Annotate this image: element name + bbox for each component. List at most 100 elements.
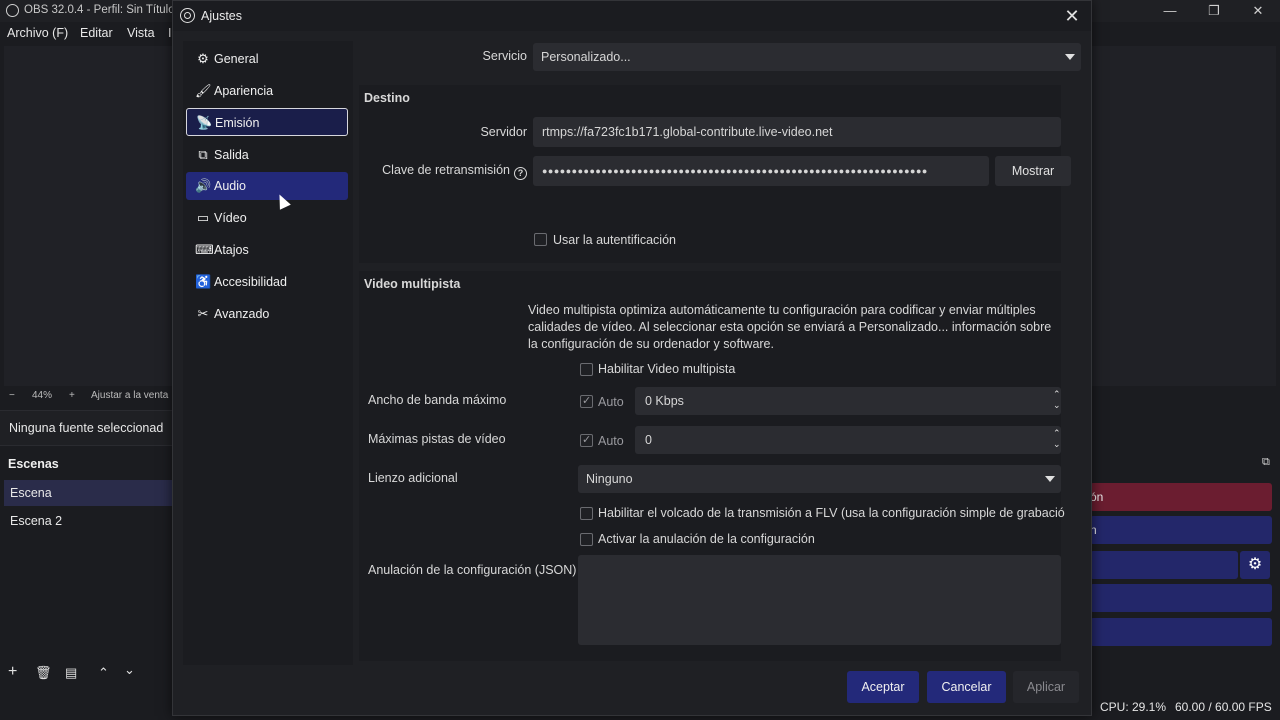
minimize-icon[interactable]: — xyxy=(1148,1,1192,21)
dialog-title: Ajustes xyxy=(201,9,242,23)
spin-arrows-icon[interactable]: ⌃ ⌄ xyxy=(1053,428,1061,452)
output-icon: ⧉ xyxy=(198,147,208,162)
start-streaming-button[interactable]: ón xyxy=(1090,483,1272,511)
accessibility-icon: ♿ xyxy=(195,274,212,289)
settings-button[interactable] xyxy=(1090,618,1272,646)
bandwidth-label: Ancho de banda máximo xyxy=(368,393,507,407)
chevron-down-icon xyxy=(1045,476,1055,482)
json-override-textarea[interactable] xyxy=(578,555,1061,645)
extra-canvas-label: Lienzo adicional xyxy=(368,471,458,485)
tracks-auto-checkbox[interactable] xyxy=(580,433,593,447)
dialog-titlebar: Ajustes ✕ xyxy=(173,1,1091,31)
zoom-out-button[interactable]: − xyxy=(9,390,15,401)
cpu-usage: CPU: 29.1% xyxy=(1100,700,1167,714)
accept-button[interactable]: Aceptar xyxy=(847,671,919,703)
settings-category-list: ⚙ General 🖌 Apariencia 📡 Emisión ⧉ Salid… xyxy=(183,41,353,665)
max-tracks-spinbox[interactable]: 0 ⌃ ⌄ xyxy=(635,426,1061,454)
palette-icon: 🖌 xyxy=(195,83,212,98)
bandwidth-spinbox[interactable]: 0 Kbps ⌃ ⌄ xyxy=(635,387,1061,415)
category-hotkeys[interactable]: ⌨ Atajos xyxy=(186,236,348,264)
fps-readout: 60.00 / 60.00 FPS xyxy=(1175,700,1272,714)
category-output[interactable]: ⧉ Salida xyxy=(186,141,348,169)
category-appearance[interactable]: 🖌 Apariencia xyxy=(186,77,348,105)
settings-dialog: Ajustes ✕ ⚙ General 🖌 Apariencia 📡 Emisi… xyxy=(172,0,1092,716)
undock-icon[interactable]: ⧉ xyxy=(1262,456,1270,469)
multitrack-group: Video multipista Video multipista optimi… xyxy=(359,271,1065,661)
bandwidth-auto-checkbox[interactable] xyxy=(580,394,593,408)
zoom-bar: − 44% + Ajustar a la venta xyxy=(0,388,176,404)
destination-heading: Destino xyxy=(364,91,410,105)
show-key-button[interactable]: Mostrar xyxy=(995,156,1071,186)
category-audio[interactable]: 🔊 Audio xyxy=(186,172,348,200)
multitrack-description: Video multipista optimiza automáticament… xyxy=(528,303,1052,351)
filters-icon[interactable]: ▤ xyxy=(65,665,77,681)
zoom-in-button[interactable]: + xyxy=(69,390,75,401)
scene-item[interactable]: Escena xyxy=(4,480,174,506)
service-label: Servicio xyxy=(482,49,527,63)
maximize-icon[interactable]: ❐ xyxy=(1192,1,1236,21)
json-override-label: Anulación de la configuración (JSON) xyxy=(368,563,577,577)
controls-panel: ⧉ ón n ⚙ xyxy=(1090,456,1280,646)
virtual-camera-button[interactable] xyxy=(1090,551,1238,579)
category-general[interactable]: ⚙ General xyxy=(186,45,348,73)
main-window-title: OBS 32.0.4 - Perfil: Sin Título - xyxy=(24,4,182,16)
service-select[interactable]: Personalizado... xyxy=(533,43,1081,71)
tracks-auto-label: Auto xyxy=(598,434,624,448)
spin-arrows-icon[interactable]: ⌃ ⌄ xyxy=(1053,389,1061,413)
source-toolbar: Ninguna fuente seleccionad xyxy=(0,410,176,446)
close-window-icon[interactable]: ✕ xyxy=(1236,1,1280,21)
use-auth-label: Usar la autentificación xyxy=(553,233,676,247)
fit-window-button[interactable]: Ajustar a la venta xyxy=(91,390,168,401)
config-override-checkbox[interactable] xyxy=(580,533,593,546)
help-icon[interactable]: ? xyxy=(514,167,527,180)
close-icon[interactable]: ✕ xyxy=(1061,5,1083,27)
menu-file[interactable]: Archivo (F) xyxy=(7,26,68,40)
extra-canvas-select[interactable]: Ninguno xyxy=(578,465,1061,493)
start-recording-button[interactable]: n xyxy=(1090,516,1272,544)
cancel-button[interactable]: Cancelar xyxy=(927,671,1006,703)
multitrack-heading: Video multipista xyxy=(364,277,461,291)
enable-multitrack-checkbox[interactable] xyxy=(580,363,593,376)
flv-dump-checkbox[interactable] xyxy=(580,507,593,520)
use-auth-checkbox[interactable] xyxy=(534,233,547,246)
antenna-icon: 📡 xyxy=(196,115,213,130)
scene-toolbar: + 🗑 ▤ ⌃ ⌄ xyxy=(0,660,176,686)
stream-settings-panel: Servicio Personalizado... Destino Servid… xyxy=(359,41,1081,661)
menu-edit[interactable]: Editar xyxy=(80,26,113,40)
category-advanced[interactable]: ✂ Avanzado xyxy=(186,300,348,328)
speaker-icon: 🔊 xyxy=(195,178,212,193)
obs-logo-icon xyxy=(180,8,195,23)
category-video[interactable]: ▭ Vídeo xyxy=(186,204,348,232)
enable-multitrack-label: Habilitar Video multipista xyxy=(598,362,736,376)
studio-mode-button[interactable] xyxy=(1090,584,1272,612)
apply-button[interactable]: Aplicar xyxy=(1013,671,1079,703)
tools-icon: ✂ xyxy=(197,306,209,321)
gear-icon[interactable]: ⚙ xyxy=(1240,551,1270,579)
category-stream[interactable]: 📡 Emisión xyxy=(186,108,348,136)
move-up-icon[interactable]: ⌃ xyxy=(98,665,109,681)
server-label: Servidor xyxy=(480,125,527,139)
category-accessibility[interactable]: ♿ Accesibilidad xyxy=(186,268,348,296)
stream-key-input[interactable]: ●●●●●●●●●●●●●●●●●●●●●●●●●●●●●●●●●●●●●●●●… xyxy=(533,156,989,186)
gear-icon: ⚙ xyxy=(197,51,209,66)
flv-dump-label: Habilitar el volcado de la transmisión a… xyxy=(598,506,1065,520)
menu-view[interactable]: Vista xyxy=(127,26,155,40)
menu-partial[interactable]: I xyxy=(168,26,171,40)
move-down-icon[interactable]: ⌄ xyxy=(124,662,135,678)
keyboard-icon: ⌨ xyxy=(195,242,214,257)
scene-item[interactable]: Escena 2 xyxy=(4,508,174,534)
status-bar: CPU: 29.1% 60.00 / 60.00 FPS xyxy=(1092,694,1280,720)
config-override-label: Activar la anulación de la configuración xyxy=(598,532,815,546)
trash-icon[interactable]: 🗑 xyxy=(35,665,52,681)
server-input[interactable]: rtmps://fa723fc1b171.global-contribute.l… xyxy=(533,117,1061,147)
chevron-down-icon xyxy=(1065,54,1075,60)
zoom-value: 44% xyxy=(32,390,53,401)
destination-group: Destino Servidor rtmps://fa723fc1b171.gl… xyxy=(359,85,1071,263)
no-source-label: Ninguna fuente seleccionad xyxy=(9,421,164,435)
monitor-icon: ▭ xyxy=(196,210,210,225)
stream-key-label: Clave de retransmisión? xyxy=(382,163,527,180)
max-tracks-label: Máximas pistas de vídeo xyxy=(368,432,506,446)
bandwidth-auto-label: Auto xyxy=(598,395,624,409)
add-scene-icon[interactable]: + xyxy=(8,663,17,681)
obs-logo-icon xyxy=(6,4,19,17)
